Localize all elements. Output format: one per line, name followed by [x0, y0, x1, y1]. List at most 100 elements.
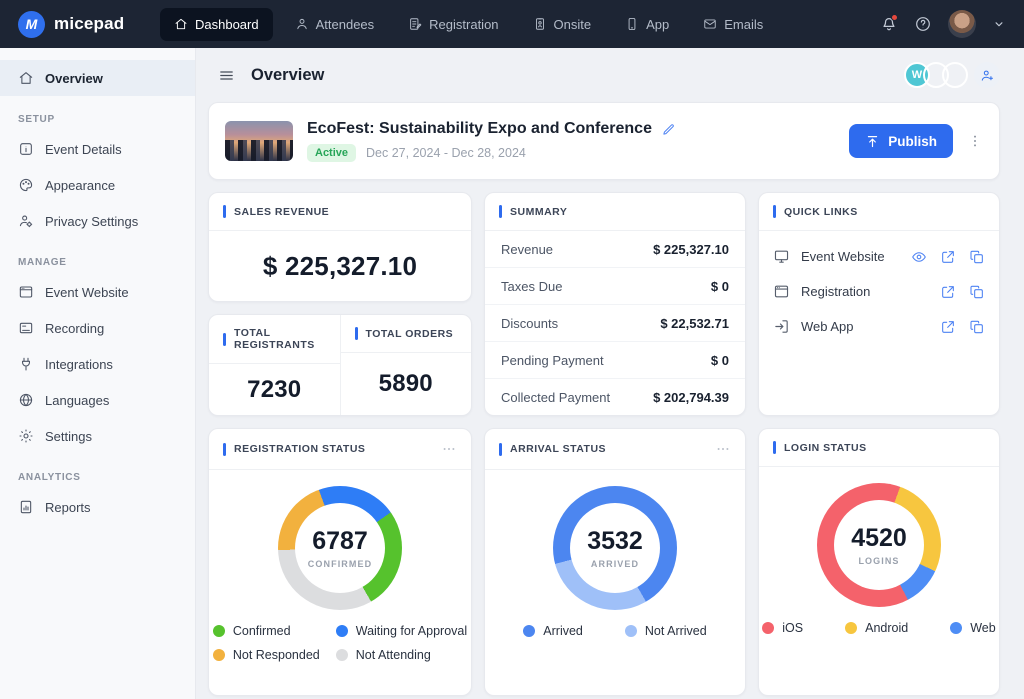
legend-dot [845, 622, 858, 634]
external-link-icon[interactable] [940, 284, 956, 300]
legend-item-arrived: Arrived [523, 624, 583, 638]
legend-item-waiting-for-approval: Waiting for Approval [335, 624, 467, 638]
total-orders: TOTAL ORDERS 5890 [339, 315, 471, 415]
login-status-card: LOGIN STATUS 4520 LOGINS iOS Android Web [758, 428, 1000, 696]
card-title: LOGIN STATUS [784, 441, 867, 454]
top-navigation: M micepad Dashboard Attendees Registration… [0, 0, 1024, 48]
card-title: REGISTRATION STATUS [234, 443, 366, 455]
arrival-donut-chart: 3532 ARRIVED [553, 486, 677, 610]
legend-label: Web [970, 621, 996, 635]
donut-center-label: CONFIRMED [307, 559, 373, 569]
legend-dot [335, 649, 348, 661]
sales-revenue-value: $ 225,327.10 [262, 250, 418, 281]
nav-item-onsite[interactable]: Onsite [521, 10, 604, 39]
sidebar-item-event-website[interactable]: Event Website [0, 274, 195, 310]
publish-button[interactable]: Publish [849, 124, 953, 158]
summary-row-discounts: Discounts $ 22,532.71 [485, 305, 745, 342]
legend-dot [523, 625, 536, 637]
sidebar-item-settings[interactable]: Settings [0, 418, 195, 454]
chevron-down-icon[interactable] [992, 17, 1006, 31]
page-title: Overview [251, 65, 325, 84]
summary-row-revenue: Revenue $ 225,327.10 [485, 231, 745, 268]
copy-icon[interactable] [969, 284, 985, 300]
sidebar-item-reports[interactable]: Reports [0, 489, 195, 525]
browser-icon [773, 283, 790, 300]
privacy-icon [18, 213, 34, 229]
add-collaborator-button[interactable] [974, 62, 1000, 88]
accent-bar [773, 205, 776, 218]
sidebar-item-languages[interactable]: Languages [0, 382, 195, 418]
summary-value: $ 225,327.10 [653, 241, 729, 257]
globe-icon [18, 392, 34, 408]
sidebar-item-appearance[interactable]: Appearance [0, 167, 195, 203]
user-avatar[interactable] [948, 10, 976, 38]
legend-item-ios: iOS [762, 621, 803, 635]
donut-center-label: LOGINS [858, 556, 900, 566]
avatar-woman[interactable] [942, 62, 968, 88]
external-link-icon[interactable] [940, 249, 956, 265]
more-options-icon[interactable] [967, 133, 983, 149]
legend-item-android: Android [845, 621, 908, 635]
eye-icon[interactable] [911, 249, 927, 265]
total-registrants: TOTAL REGISTRANTS 7230 [209, 315, 340, 415]
menu-icon[interactable] [218, 67, 235, 84]
registration-donut-chart: 6787 CONFIRMED [278, 486, 402, 610]
copy-icon[interactable] [969, 319, 985, 335]
quick-links-card: QUICK LINKS Event Website Registration Web… [758, 192, 1000, 416]
brand[interactable]: M micepad [18, 10, 160, 38]
edit-icon[interactable] [661, 122, 676, 137]
nav-item-emails[interactable]: Emails [691, 10, 775, 39]
totals-card: TOTAL REGISTRANTS 7230 TOTAL ORDERS 5890 [208, 314, 472, 416]
nav-item-registration[interactable]: Registration [396, 10, 510, 39]
report-icon [18, 499, 34, 515]
person-icon [295, 17, 309, 31]
card-menu-icon[interactable] [441, 441, 457, 457]
nav-item-attendees[interactable]: Attendees [283, 10, 387, 39]
sidebar-section-analytics: ANALYTICS [18, 472, 81, 483]
accent-bar [223, 205, 226, 218]
donut-center-value: 3532 [587, 527, 643, 555]
nav-item-label: Registration [429, 16, 499, 32]
accent-bar [223, 332, 226, 346]
legend-dot [762, 622, 775, 634]
summary-card: SUMMARY Revenue $ 225,327.10 Taxes Due $ 0D… [484, 192, 746, 416]
legend-item-confirmed: Confirmed [212, 624, 320, 638]
card-menu-icon[interactable] [715, 441, 731, 457]
sidebar-item-event-details[interactable]: Event Details [0, 131, 195, 167]
onsite-icon [533, 17, 547, 31]
summary-label: Taxes Due [501, 278, 563, 294]
sidebar-item-privacy-settings[interactable]: Privacy Settings [0, 203, 195, 239]
bell-icon[interactable] [880, 14, 898, 33]
quick-link-registration: Registration [759, 274, 999, 309]
total-orders-value: 5890 [378, 370, 433, 397]
event-title: EcoFest: Sustainability Expo and Confere… [307, 120, 652, 137]
person-plus-icon [980, 68, 995, 83]
home-icon [18, 70, 34, 86]
quick-link-event-website: Event Website [759, 239, 999, 274]
nav-item-label: Emails [724, 16, 764, 32]
help-icon[interactable] [914, 15, 932, 33]
event-info: EcoFest: Sustainability Expo and Confere… [307, 120, 676, 162]
micepad-logo-icon: M [18, 10, 45, 38]
quick-link-label: Registration [801, 284, 871, 299]
nav-item-label: Onsite [553, 16, 592, 32]
login-donut-chart: 4520 LOGINS [817, 483, 941, 607]
summary-row-taxes-due: Taxes Due $ 0 [485, 268, 745, 305]
summary-value: $ 202,794.39 [653, 389, 729, 405]
copy-icon[interactable] [969, 249, 985, 265]
sidebar-item-overview[interactable]: Overview [0, 60, 195, 96]
legend-item-web: Web [950, 621, 996, 635]
sidebar-item-recording[interactable]: Recording [0, 310, 195, 346]
login-icon [773, 318, 790, 335]
nav-item-app[interactable]: App [613, 10, 681, 39]
nav-item-dashboard[interactable]: Dashboard [160, 7, 273, 41]
registration-icon [408, 17, 422, 31]
external-link-icon[interactable] [940, 319, 956, 335]
legend-label: Not Attending [355, 648, 431, 662]
chart-legend: Confirmed Waiting for Approval Not Respond… [209, 624, 471, 662]
brand-name: micepad [54, 14, 125, 33]
donut-center-value: 4520 [851, 524, 907, 552]
sidebar-item-integrations[interactable]: Integrations [0, 346, 195, 382]
summary-value: $ 0 [710, 352, 729, 368]
legend-label: Confirmed [232, 624, 291, 638]
